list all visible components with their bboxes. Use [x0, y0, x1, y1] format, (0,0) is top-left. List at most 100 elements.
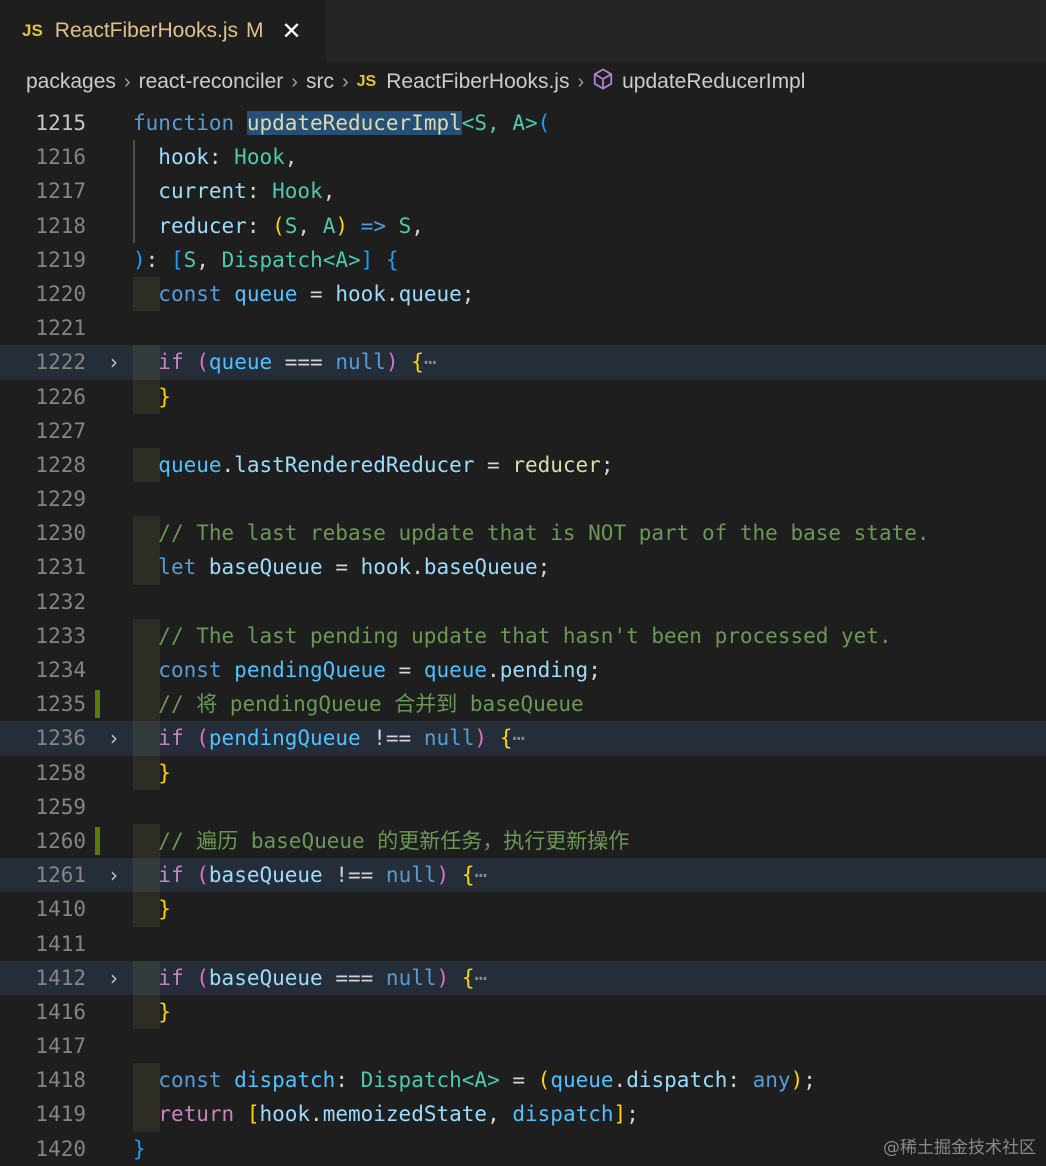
code-text: const queue = hook.queue;: [158, 281, 475, 306]
line-number: 1411: [35, 931, 86, 956]
code-text: }: [158, 897, 171, 922]
breadcrumb-item-react-reconciler[interactable]: react-reconciler: [139, 70, 284, 94]
code-line: 1220 const queue = hook.queue;: [0, 276, 1046, 312]
line-number: 1228: [35, 452, 86, 477]
line-number: 1216: [35, 145, 86, 170]
code-line: 1235 // 将 pendingQueue 合并到 baseQueue: [0, 687, 1046, 722]
code-text: const dispatch: Dispatch<A> = (queue.dis…: [158, 1068, 816, 1093]
code-line: 1419 return [hook.memoizedState, dispatc…: [0, 1097, 1046, 1132]
code-text: if (baseQueue === null) {⋯: [158, 965, 488, 990]
line-number: 1220: [35, 281, 86, 306]
line-number: 1416: [35, 999, 86, 1024]
line-number: 1420: [35, 1136, 86, 1161]
code-text: // The last pending update that hasn't b…: [133, 619, 892, 653]
line-number: 1221: [35, 316, 86, 341]
code-line: 1416 }: [0, 994, 1046, 1030]
chevron-right-icon[interactable]: ›: [104, 345, 124, 379]
code-line: 1260 // 遍历 baseQueue 的更新任务，执行更新操作: [0, 823, 1046, 859]
chevron-right-icon[interactable]: ›: [104, 858, 124, 892]
code-text: queue.lastRenderedReducer = reducer;: [158, 452, 614, 477]
line-number: 1235: [35, 692, 86, 717]
close-icon[interactable]: ✕: [282, 17, 302, 46]
code-line: 1216 hook: Hook,: [0, 140, 1046, 175]
breadcrumb-item-src[interactable]: src: [306, 70, 334, 94]
breadcrumb-item-file[interactable]: ReactFiberHooks.js: [386, 70, 569, 94]
line-number: 1232: [35, 589, 86, 614]
code-line: 1218 reducer: (S, A) => S,: [0, 208, 1046, 243]
line-number: 1233: [35, 623, 86, 648]
line-number: 1410: [35, 897, 86, 922]
code-text: // 遍历 baseQueue 的更新任务，执行更新操作: [133, 824, 629, 858]
fold-ellipsis[interactable]: ⋯: [512, 726, 525, 750]
line-number: 1412: [35, 965, 86, 990]
breadcrumb-item-symbol[interactable]: updateReducerImpl: [622, 70, 805, 94]
code-line-folded: 1412 › if (baseQueue === null) {⋯: [0, 960, 1046, 995]
code-editor[interactable]: 1215 function updateReducerImpl<S, A>( 1…: [0, 106, 1046, 1166]
code-text: hook: Hook,: [158, 145, 298, 170]
watermark: @稀土掘金技术社区: [883, 1138, 1036, 1158]
line-number: 1417: [35, 1034, 86, 1059]
line-number: 1259: [35, 794, 86, 819]
chevron-right-icon[interactable]: ›: [104, 721, 124, 755]
code-text: if (baseQueue !== null) {⋯: [158, 863, 488, 888]
modified-indicator: M: [246, 19, 264, 42]
code-text: }: [133, 1136, 146, 1161]
chevron-right-icon: ›: [341, 70, 349, 93]
code-text: if (queue === null) {⋯: [158, 350, 437, 375]
code-line: 1215 function updateReducerImpl<S, A>(: [0, 106, 1046, 140]
code-line-folded: 1222 › if (queue === null) {⋯: [0, 345, 1046, 380]
code-comment: // 遍历 baseQueue 的更新任务，执行更新操作: [158, 828, 630, 853]
code-line: 1227: [0, 414, 1046, 448]
code-line: 1259: [0, 790, 1046, 824]
line-number: 1230: [35, 521, 86, 546]
code-text: // 将 pendingQueue 合并到 baseQueue: [133, 687, 584, 721]
breadcrumb: packages › react-reconciler › src › JS R…: [0, 62, 1046, 102]
line-number: 1215: [35, 111, 86, 135]
method-cube-icon: [592, 68, 614, 96]
breadcrumb-item-packages[interactable]: packages: [26, 70, 116, 94]
js-file-icon: JS: [356, 73, 377, 90]
line-number: 1261: [35, 863, 86, 888]
code-comment: // The last pending update that hasn't b…: [158, 623, 892, 648]
code-comment: // 将 pendingQueue 合并到 baseQueue: [158, 692, 584, 717]
line-number: 1234: [35, 658, 86, 682]
git-modified-marker[interactable]: [95, 690, 100, 719]
line-number: 1258: [35, 760, 86, 785]
editor-tab[interactable]: JS ReactFiberHooks.js M ✕: [0, 0, 326, 62]
git-modified-marker[interactable]: [95, 826, 100, 855]
fold-ellipsis[interactable]: ⋯: [474, 863, 487, 887]
code-text: ): [S, Dispatch<A>] {: [133, 247, 399, 272]
code-line: 1217 current: Hook,: [0, 174, 1046, 209]
code-text: current: Hook,: [158, 179, 336, 204]
chevron-right-icon: ›: [291, 70, 298, 93]
code-line: 1258 }: [0, 755, 1046, 790]
code-line: 1221: [0, 311, 1046, 345]
code-text: let baseQueue = hook.baseQueue;: [158, 555, 551, 580]
fold-ellipsis[interactable]: ⋯: [474, 966, 487, 990]
code-line: 1233 // The last pending update that has…: [0, 618, 1046, 653]
line-number: 1231: [35, 555, 86, 580]
code-line: 1418 const dispatch: Dispatch<A> = (queu…: [0, 1063, 1046, 1098]
code-text: }: [158, 760, 171, 785]
line-number: 1419: [35, 1102, 86, 1127]
line-number: 1226: [35, 384, 86, 409]
chevron-right-icon[interactable]: ›: [104, 961, 124, 995]
code-line-folded: 1261 › if (baseQueue !== null) {⋯: [0, 858, 1046, 893]
code-text: if (pendingQueue !== null) {⋯: [158, 726, 526, 751]
chevron-right-icon: ›: [577, 70, 585, 93]
line-number: 1260: [35, 828, 86, 853]
tab-title: ReactFiberHooks.js: [54, 19, 239, 42]
fold-ellipsis[interactable]: ⋯: [424, 350, 437, 374]
line-number: 1219: [35, 247, 86, 272]
code-comment: // The last rebase update that is NOT pa…: [158, 521, 930, 546]
tab-bar: JS ReactFiberHooks.js M ✕: [0, 0, 1046, 62]
code-text: }: [158, 999, 171, 1024]
code-text: function updateReducerImpl<S, A>(: [133, 111, 551, 135]
